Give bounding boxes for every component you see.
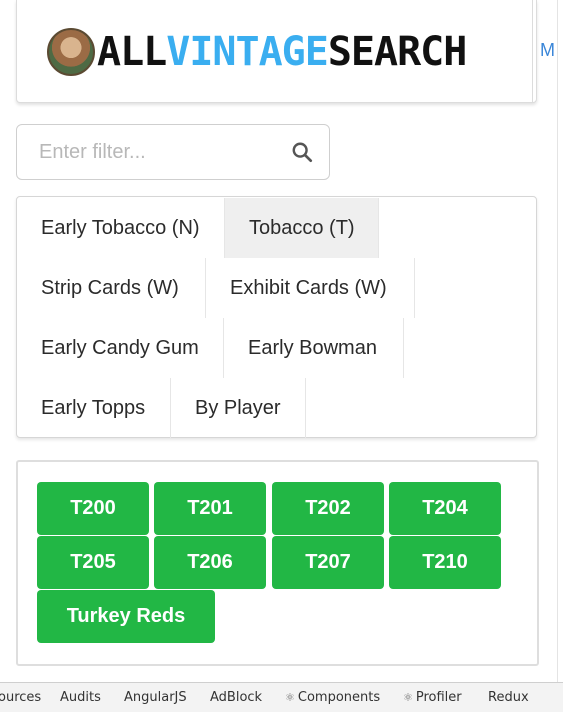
devtools-tab-label: AngularJS	[124, 690, 187, 705]
category-early-candy-gum[interactable]: Early Candy Gum	[17, 318, 224, 378]
devtools-tab-label: Audits	[60, 690, 101, 705]
devtools-tab-label: ources	[0, 690, 42, 705]
category-label: Exhibit Cards (W)	[230, 276, 387, 299]
header-divider	[532, 0, 533, 102]
site-logo[interactable]: ALLVINTAGESEARCH	[47, 26, 467, 78]
devtools-tab-adblock[interactable]: AdBlock	[210, 690, 262, 705]
set-button-t202[interactable]: T202	[272, 482, 384, 535]
devtools-tab-label: Redux	[488, 690, 529, 705]
category-label: Tobacco (T)	[249, 216, 355, 239]
category-label: Early Tobacco (N)	[41, 216, 200, 239]
player-portrait-icon	[47, 28, 95, 76]
devtools-tab-sources[interactable]: ources	[0, 690, 41, 705]
react-icon: ⚛	[403, 691, 413, 704]
devtools-tab-strip: ources Audits AngularJS AdBlock ⚛ Compone…	[0, 682, 563, 712]
nav-menu-peek[interactable]: M	[540, 40, 555, 61]
filter-input[interactable]	[39, 125, 289, 179]
devtools-tab-label: AdBlock	[210, 690, 263, 705]
page: ALLVINTAGESEARCH M Early Tobacco (N) Tob…	[0, 0, 563, 712]
category-early-topps[interactable]: Early Topps	[17, 378, 171, 438]
devtools-tab-angularjs[interactable]: AngularJS	[124, 690, 187, 705]
devtools-tab-label: Components	[297, 690, 381, 705]
set-button-t204[interactable]: T204	[389, 482, 501, 535]
filter-box	[16, 124, 330, 180]
site-header: ALLVINTAGESEARCH	[16, 0, 537, 103]
logo-word-vintage: VINTAGE	[166, 29, 329, 75]
category-by-player[interactable]: By Player	[171, 378, 306, 438]
category-early-tobacco[interactable]: Early Tobacco (N)	[17, 198, 225, 258]
set-button-t210[interactable]: T210	[389, 536, 501, 589]
logo-text: ALLVINTAGESEARCH	[97, 29, 467, 75]
devtools-tab-components[interactable]: ⚛ Components	[285, 690, 380, 705]
category-label: Strip Cards (W)	[41, 276, 179, 299]
logo-word-all: ALL	[97, 29, 167, 75]
category-tobacco[interactable]: Tobacco (T)	[225, 198, 379, 258]
react-icon: ⚛	[285, 691, 295, 704]
category-label: Early Topps	[41, 396, 146, 419]
devtools-tab-redux[interactable]: Redux	[488, 690, 529, 705]
category-early-bowman[interactable]: Early Bowman	[224, 318, 404, 378]
category-label: Early Candy Gum	[41, 336, 199, 359]
logo-word-search: SEARCH	[327, 29, 467, 75]
category-exhibit-cards[interactable]: Exhibit Cards (W)	[206, 258, 415, 318]
category-strip-cards[interactable]: Strip Cards (W)	[17, 258, 206, 318]
viewport-edge	[557, 0, 558, 682]
set-button-t200[interactable]: T200	[37, 482, 149, 535]
devtools-tab-audits[interactable]: Audits	[60, 690, 101, 705]
set-buttons-panel: T200 T201 T202 T204 T205 T206 T207 T210 …	[16, 460, 539, 666]
category-tabs: Early Tobacco (N) Tobacco (T) Strip Card…	[16, 196, 537, 438]
category-label: Early Bowman	[248, 336, 377, 359]
set-button-t205[interactable]: T205	[37, 536, 149, 589]
devtools-tab-label: Profiler	[415, 690, 462, 705]
devtools-tab-profiler[interactable]: ⚛ Profiler	[403, 690, 462, 705]
set-button-t201[interactable]: T201	[154, 482, 266, 535]
set-button-t207[interactable]: T207	[272, 536, 384, 589]
set-button-turkey-reds[interactable]: Turkey Reds	[37, 590, 215, 643]
search-icon[interactable]	[291, 141, 313, 163]
set-button-t206[interactable]: T206	[154, 536, 266, 589]
category-label: By Player	[195, 396, 281, 419]
